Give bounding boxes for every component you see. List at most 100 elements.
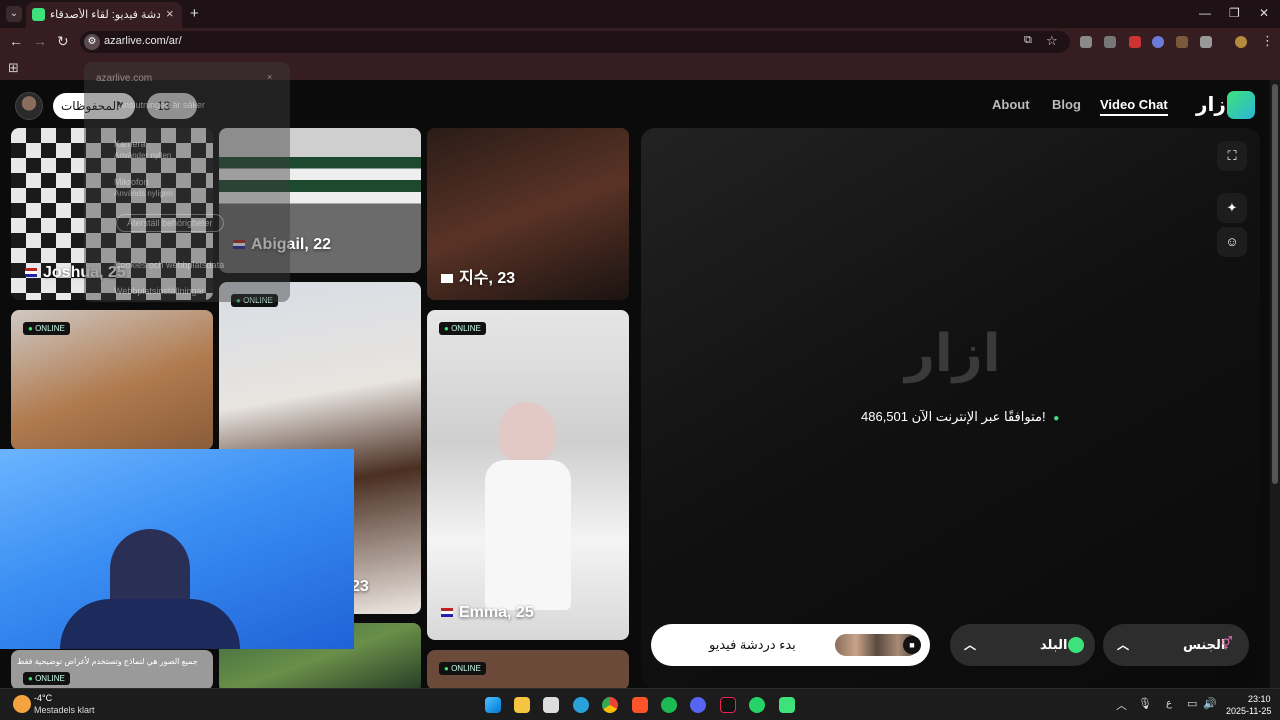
menu-kebab-icon[interactable]: ⋮ <box>1261 33 1274 49</box>
site-info-item[interactable]: Webbplatsinställningar <box>114 286 204 296</box>
chevron-up-icon: ︿ <box>1117 638 1130 652</box>
online-count: 486,501 متوافقًا عبر الإنترنت الآن! ● <box>861 409 1059 425</box>
close-window-icon[interactable]: ✕ <box>1259 6 1269 20</box>
windows-start-icon[interactable] <box>485 697 501 713</box>
microphone-icon[interactable]: 🎙 <box>1138 697 1152 710</box>
site-info-item: Kamera <box>114 139 146 149</box>
discord-icon[interactable] <box>690 697 706 713</box>
weather-desc: Mestadels klart <box>34 705 95 715</box>
effects-sparkle-icon[interactable]: ✦ <box>1217 193 1247 223</box>
spotify-icon[interactable] <box>661 697 677 713</box>
windows-taskbar: -4°C Mestadels klart ︿ 🎙 ع ▭ 🔊 23:10 202… <box>0 688 1280 720</box>
brave-icon[interactable] <box>632 697 648 713</box>
close-icon[interactable]: × <box>267 72 272 82</box>
install-app-icon[interactable]: ⧉ <box>1024 34 1032 47</box>
tab-close-icon[interactable]: × <box>166 6 174 21</box>
us-flag-icon <box>25 268 37 277</box>
site-info-domain: azarlive.com <box>96 73 153 84</box>
site-info-item[interactable]: Anslutningen är säker <box>118 100 205 110</box>
extension-badge-icon[interactable] <box>1129 36 1141 48</box>
online-count-text: 486,501 متوافقًا عبر الإنترنت الآن! <box>861 409 1046 424</box>
browser-tab-active[interactable]: أزار دردشة فيديو: لقاء الأصدقاء × <box>26 2 182 28</box>
site-info-item: Används nyligen <box>114 189 173 198</box>
nav-blog[interactable]: Blog <box>1052 97 1081 112</box>
extension-icon[interactable] <box>1080 36 1092 48</box>
puzzle-icon[interactable] <box>1200 36 1212 48</box>
clock-date[interactable]: 2025-11-25 <box>1226 706 1271 716</box>
us-flag-icon <box>441 608 453 617</box>
tray-chevron-icon[interactable]: ︿ <box>1116 697 1127 713</box>
profile-card[interactable]: ONLINE <box>11 310 213 450</box>
fullscreen-icon[interactable]: ⛶ <box>1217 141 1247 171</box>
extension-icon[interactable] <box>1176 36 1188 48</box>
azar-favicon-icon <box>32 8 45 21</box>
country-filter-label: البلد <box>1040 637 1068 652</box>
input-language[interactable]: ع <box>1166 698 1172 709</box>
profile-card[interactable]: جميع الصور هي لنماذج وتستخدم لأغراض توضي… <box>11 650 213 688</box>
kr-flag-icon <box>441 274 453 283</box>
back-icon[interactable]: ← <box>9 33 23 49</box>
globe-icon <box>1068 637 1084 653</box>
gender-filter-button[interactable]: ︿ الجنس ⚥ <box>1103 624 1249 666</box>
nav-video-chat[interactable]: Video Chat <box>1100 97 1168 116</box>
azar-logo-icon[interactable] <box>1227 91 1255 119</box>
bookmark-star-icon[interactable]: ☆ <box>1046 33 1058 49</box>
store-icon[interactable] <box>543 697 559 713</box>
site-info-item: Mikrofon <box>114 177 149 187</box>
minimize-icon[interactable]: — <box>1199 6 1211 20</box>
reset-permissions-button[interactable]: Återställ behörigheter <box>116 214 224 232</box>
profile-card[interactable]: 지수, 23 <box>427 128 629 300</box>
weather-icon[interactable] <box>13 695 31 713</box>
nav-about[interactable]: About <box>992 97 1030 112</box>
start-video-chat-label: بدء دردشة فيديو <box>709 637 796 652</box>
profile-card[interactable]: ONLINE <box>427 650 629 688</box>
chevron-up-icon: ︿ <box>964 638 977 652</box>
profile-card[interactable]: ONLINE Emma, 25 <box>427 310 629 640</box>
reload-icon[interactable]: ↻ <box>57 33 69 50</box>
start-video-chat-button[interactable]: بدء دردشة فيديو ■ <box>651 624 930 666</box>
online-badge: ONLINE <box>439 662 486 675</box>
profile-avatar-icon[interactable] <box>1235 36 1247 48</box>
gender-filter-label: الجنس <box>1183 637 1226 652</box>
page-scrollbar[interactable] <box>1270 80 1280 688</box>
tiktok-icon[interactable] <box>720 697 736 713</box>
profile-photo <box>485 460 571 610</box>
network-icon[interactable]: ▭ <box>1187 697 1197 710</box>
webcam-overlay[interactable] <box>0 449 354 649</box>
restore-icon[interactable]: ❐ <box>1229 6 1240 20</box>
scrollbar-thumb[interactable] <box>1272 84 1278 484</box>
site-info-icon[interactable]: ⚙ <box>84 34 100 50</box>
clock-time[interactable]: 23:10 <box>1248 694 1271 704</box>
edge-icon[interactable] <box>573 697 589 713</box>
gender-icon: ⚥ <box>1221 636 1233 651</box>
profile-photo <box>499 402 555 462</box>
azar-app-icon[interactable] <box>779 697 795 713</box>
sticker-icon[interactable]: ☺ <box>1217 227 1247 257</box>
user-avatar[interactable] <box>15 92 43 120</box>
browser-tabstrip: ⌄ أزار دردشة فيديو: لقاء الأصدقاء × + — … <box>0 0 1280 28</box>
country-filter-button[interactable]: ︿ البلد <box>950 624 1095 666</box>
weather-temp: -4°C <box>34 693 53 703</box>
address-bar[interactable]: ⚙ azarlive.com/ar/ ⧉ ☆ <box>80 31 1070 53</box>
online-badge: ONLINE <box>23 322 70 335</box>
shield-icon[interactable] <box>1104 36 1116 48</box>
vpn-icon[interactable] <box>1152 36 1164 48</box>
site-info-item[interactable]: Cookies och webbplatsdata <box>114 260 224 270</box>
disclaimer-note: جميع الصور هي لنماذج وتستخدم لأغراض توضي… <box>17 657 198 666</box>
tab-list-button[interactable]: ⌄ <box>6 6 22 22</box>
file-explorer-icon[interactable] <box>514 697 530 713</box>
online-badge: ONLINE <box>439 322 486 335</box>
chrome-icon[interactable] <box>602 697 618 713</box>
whatsapp-icon[interactable] <box>749 697 765 713</box>
url-text: azarlive.com/ar/ <box>104 35 182 47</box>
apps-grid-icon[interactable]: ⊞ <box>8 60 19 76</box>
online-dot-icon: ● <box>1053 413 1060 424</box>
tab-title: أزار دردشة فيديو: لقاء الأصدقاء <box>50 9 160 21</box>
forward-icon[interactable]: → <box>33 33 47 49</box>
video-camera-icon: ■ <box>903 636 921 654</box>
new-tab-button[interactable]: + <box>190 5 199 22</box>
volume-icon[interactable]: 🔊 <box>1203 697 1217 710</box>
webcam-person <box>60 599 240 649</box>
card-name: Emma, 25 <box>441 604 534 622</box>
site-info-item: Använder nyllen <box>114 151 172 160</box>
